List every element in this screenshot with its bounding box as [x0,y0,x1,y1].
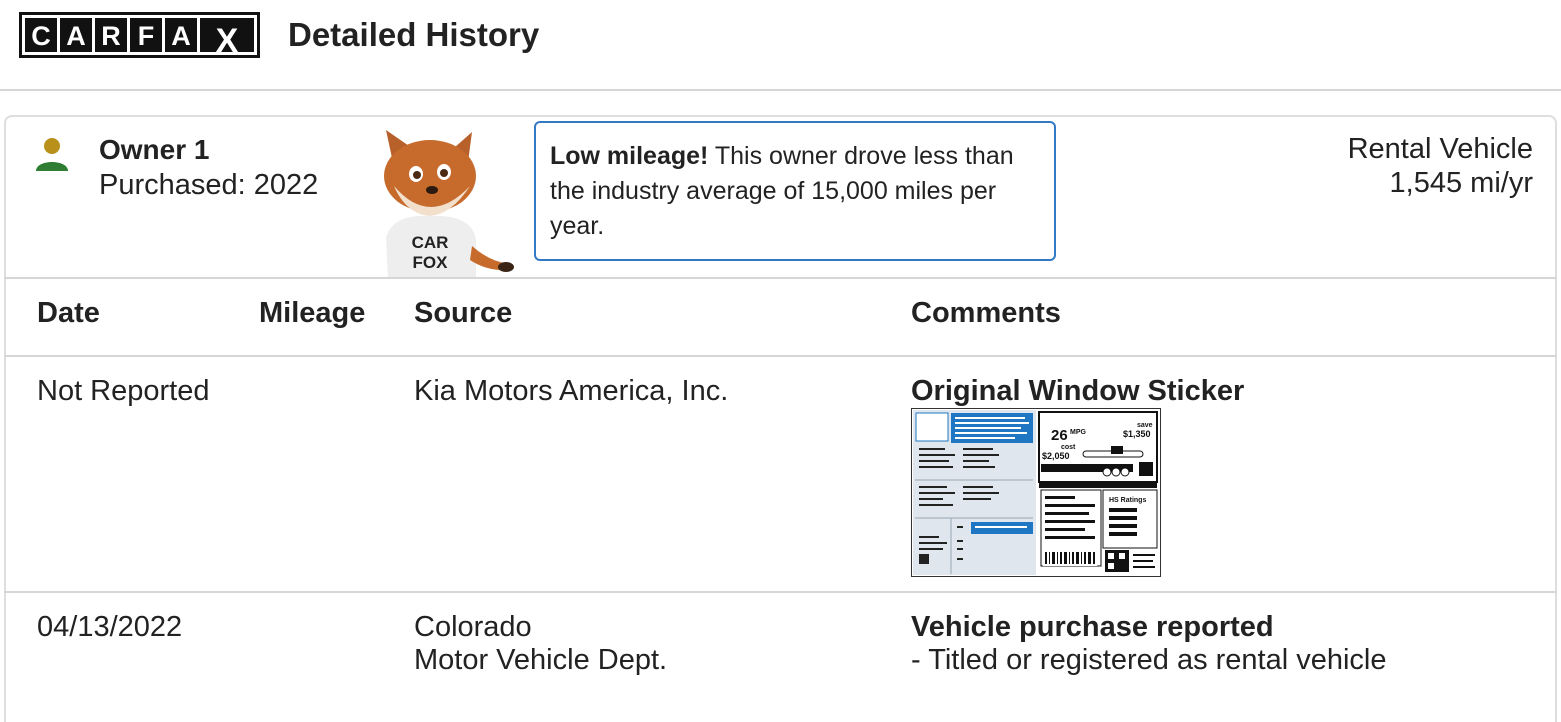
svg-text:F: F [138,21,155,51]
owner-name: Owner 1 [99,134,210,165]
owner-miles-per-year: 1,545 mi/yr [1389,167,1533,199]
svg-text:R: R [101,21,121,51]
svg-text:26: 26 [1051,427,1068,444]
row-date: Not Reported [37,375,210,407]
svg-text:MPG: MPG [1070,429,1087,436]
page-title: Detailed History [288,16,540,53]
svg-text:X: X [216,22,239,58]
svg-text:cost: cost [1061,444,1076,451]
column-header-mileage: Mileage [259,297,366,329]
row-source: Kia Motors America, Inc. [414,375,729,407]
row-divider [4,591,1557,593]
row-comment-title: Vehicle purchase reported [911,611,1274,643]
carfox-mascot-image: CAR FOX [384,130,514,278]
window-sticker-thumbnail[interactable]: 26 MPG save $1,350 cost $2,050 HS Rating… [911,408,1161,577]
low-mileage-notice-title: Low mileage! [550,142,709,170]
svg-text:A: A [171,21,191,51]
svg-text:A: A [66,21,86,51]
person-icon [36,138,68,171]
header-divider [0,89,1561,91]
svg-text:save: save [1137,422,1153,429]
column-header-comments: Comments [911,297,1061,329]
svg-text:$1,350: $1,350 [1123,429,1151,439]
window-sticker-link[interactable]: Original Window Sticker [911,374,1244,408]
column-header-date: Date [37,297,100,329]
svg-text:$2,050: $2,050 [1042,451,1070,461]
low-mileage-notice: Low mileage! This owner drove less than … [534,121,1056,261]
carfax-logo: C A R F A X [19,12,260,58]
column-header-source: Source [414,297,513,329]
row-date: 04/13/2022 [37,611,183,643]
row-source-line-2: Motor Vehicle Dept. [414,644,668,676]
svg-text:C: C [31,21,51,51]
svg-text:HS Ratings: HS Ratings [1109,497,1146,504]
row-source-line-1: Colorado [414,611,532,643]
svg-text:FOX: FOX [413,253,449,272]
table-top-divider [4,277,1557,279]
row-comment-detail: - Titled or registered as rental vehicle [911,644,1387,676]
owner-vehicle-type: Rental Vehicle [1347,133,1533,165]
svg-text:CAR: CAR [412,233,449,252]
owner-purchase-year: Purchased: 2022 [99,169,319,201]
header-row-divider [4,355,1557,357]
